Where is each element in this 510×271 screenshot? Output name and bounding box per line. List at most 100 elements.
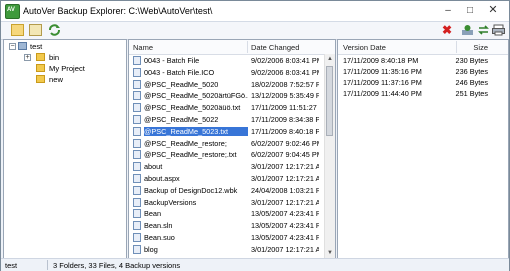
file-icon xyxy=(133,185,141,195)
file-row[interactable]: Bean.suo 13/05/2007 4:23:41 PM xyxy=(129,232,319,243)
restore-icon[interactable] xyxy=(461,24,474,36)
status-path: test xyxy=(5,261,18,270)
folder-icon xyxy=(36,53,45,61)
user-folder-icon xyxy=(18,42,27,50)
folder-tree[interactable]: − test + bin My Project new xyxy=(3,39,127,259)
delete-icon[interactable]: ✖ xyxy=(442,24,455,36)
file-name: Bean xyxy=(144,209,162,219)
close-button[interactable]: ✕ xyxy=(483,4,503,17)
file-icon xyxy=(133,209,141,219)
minimize-button[interactable]: – xyxy=(438,4,458,17)
file-name: 0043 - Batch File.ICO xyxy=(144,67,215,77)
window-title: AutoVer Backup Explorer: C:\Web\AutoVer\… xyxy=(23,6,213,16)
file-name: about xyxy=(144,162,163,172)
file-name: about.aspx xyxy=(144,174,180,183)
file-name: @PSC_ReadMe_5022 xyxy=(144,115,219,124)
version-date: 17/11/2009 11:37:16 PM xyxy=(343,78,422,87)
file-icon xyxy=(133,126,141,136)
file-date: 13/05/2007 4:23:41 PM xyxy=(251,221,319,231)
expand-icon[interactable]: + xyxy=(24,54,31,61)
file-date: 17/11/2009 8:34:38 PM xyxy=(251,115,319,124)
column-header-date[interactable]: Date Changed xyxy=(251,43,299,52)
file-name: BackupVersions xyxy=(144,197,197,207)
file-icon xyxy=(133,103,141,113)
open-folder-icon[interactable] xyxy=(11,24,24,36)
version-row[interactable]: 17/11/2009 11:37:16 PM 246 Bytes xyxy=(338,77,508,88)
file-row[interactable]: @PSC_ReadMe_5020 18/02/2008 7:52:57 PM xyxy=(129,79,319,90)
file-date: 17/11/2009 11:51:27 PM xyxy=(251,103,319,113)
browse-icon[interactable] xyxy=(29,24,42,36)
file-row[interactable]: about.aspx 3/01/2007 12:17:21 AM xyxy=(129,173,319,184)
file-icon xyxy=(133,244,141,254)
file-name: @PSC_ReadMe_5020 xyxy=(144,79,219,89)
file-name: Backup of DesignDoc12.wbk xyxy=(144,185,238,195)
file-icon xyxy=(133,162,141,172)
file-row[interactable]: Bean.sln 13/05/2007 4:23:41 PM xyxy=(129,220,319,231)
toolbar: ✖ xyxy=(1,22,509,40)
file-date: 17/11/2009 8:40:18 PM xyxy=(251,126,319,136)
file-row[interactable]: Bean 13/05/2007 4:23:41 PM xyxy=(129,208,319,219)
app-window: AV AutoVer Backup Explorer: C:\Web\AutoV… xyxy=(0,0,510,271)
file-icon xyxy=(133,174,141,183)
file-row[interactable]: blog 3/01/2007 12:17:21 AM xyxy=(129,244,319,255)
file-date: 24/04/2008 1:03:21 PM xyxy=(251,185,319,195)
version-list-header: Version Date Size xyxy=(338,40,508,55)
file-icon xyxy=(133,221,141,231)
column-header-name[interactable]: Name xyxy=(133,43,153,52)
column-header-version-date[interactable]: Version Date xyxy=(343,43,386,52)
file-row[interactable]: BackupVersions 3/01/2007 12:17:21 AM xyxy=(129,197,319,208)
scroll-up-icon[interactable]: ▲ xyxy=(326,55,334,63)
file-name: @PSC_ReadMe_5020ärtüFGö... xyxy=(144,91,248,101)
file-name: @PSC_ReadMe_5023.txt xyxy=(144,126,248,136)
file-list-scrollbar[interactable]: ▲ ▼ xyxy=(324,54,335,258)
refresh-icon[interactable] xyxy=(48,24,61,36)
file-row[interactable]: @PSC_ReadMe_restore;.txt 6/02/2007 9:04:4… xyxy=(129,149,319,160)
file-row[interactable]: @PSC_ReadMe_5020ärtüFGö... 13/12/2009 5:3… xyxy=(129,90,319,101)
folder-icon xyxy=(36,75,45,83)
column-header-size[interactable]: Size xyxy=(473,43,488,52)
file-icon xyxy=(133,138,141,148)
print-icon[interactable] xyxy=(492,24,505,36)
version-size: 246 Bytes xyxy=(455,78,488,87)
file-name: blog xyxy=(144,244,158,254)
file-name: Bean.suo xyxy=(144,233,175,242)
file-row[interactable]: @PSC_ReadMe_5022 17/11/2009 8:34:38 PM xyxy=(129,114,319,125)
file-row[interactable]: 0043 - Batch File 9/02/2006 8:03:41 PM xyxy=(129,55,319,66)
version-date: 17/11/2009 11:35:16 PM xyxy=(343,67,422,76)
version-list[interactable]: Version Date Size 17/11/2009 8:40:18 PM 2… xyxy=(337,39,509,259)
compare-icon[interactable] xyxy=(477,24,490,36)
maximize-button[interactable]: □ xyxy=(460,4,480,17)
file-name: @PSC_ReadMe_5020äüö.txt xyxy=(144,103,241,113)
file-icon xyxy=(133,91,141,101)
file-row[interactable]: Backup of DesignDoc12.wbk 24/04/2008 1:03… xyxy=(129,185,319,196)
version-size: 230 Bytes xyxy=(455,56,488,65)
file-row[interactable]: @PSC_ReadMe_5023.txt 17/11/2009 8:40:18 P… xyxy=(129,126,319,137)
version-row[interactable]: 17/11/2009 8:40:18 PM 230 Bytes xyxy=(338,55,508,66)
file-name: 0043 - Batch File xyxy=(144,56,200,65)
file-row[interactable]: @PSC_ReadMe_restore; 6/02/2007 9:02:46 PM xyxy=(129,138,319,149)
file-name: @PSC_ReadMe_restore; xyxy=(144,138,227,148)
file-name: @PSC_ReadMe_restore;.txt xyxy=(144,150,237,160)
file-row[interactable]: about 3/01/2007 12:17:21 AM xyxy=(129,161,319,172)
file-icon xyxy=(133,67,141,77)
app-icon: AV xyxy=(5,4,20,19)
version-row[interactable]: 17/11/2009 11:35:16 PM 236 Bytes xyxy=(338,66,508,77)
scroll-down-icon[interactable]: ▼ xyxy=(326,249,334,257)
file-icon xyxy=(133,56,141,65)
file-date: 3/01/2007 12:17:21 AM xyxy=(251,197,319,207)
scroll-thumb[interactable] xyxy=(326,66,333,136)
file-date: 13/05/2007 4:23:41 PM xyxy=(251,209,319,219)
file-row[interactable]: @PSC_ReadMe_5020äüö.txt 17/11/2009 11:51:… xyxy=(129,102,319,113)
status-summary: 3 Folders, 33 Files, 4 Backup versions xyxy=(53,261,181,270)
file-date: 13/12/2009 5:35:49 PM xyxy=(251,91,319,101)
version-date: 17/11/2009 8:40:18 PM xyxy=(343,56,419,65)
version-row[interactable]: 17/11/2009 11:44:40 PM 251 Bytes xyxy=(338,88,508,99)
file-date: 9/02/2006 8:03:41 PM xyxy=(251,67,319,77)
file-row[interactable]: 0043 - Batch File.ICO 9/02/2006 8:03:41 P… xyxy=(129,67,319,78)
file-name: Bean.sln xyxy=(144,221,173,231)
collapse-icon[interactable]: − xyxy=(9,43,16,50)
file-icon xyxy=(133,115,141,124)
file-list-header: Name Date Changed xyxy=(129,40,335,55)
folder-icon xyxy=(36,64,45,72)
file-list[interactable]: Name Date Changed 0043 - Batch File 9/02/… xyxy=(128,39,336,259)
